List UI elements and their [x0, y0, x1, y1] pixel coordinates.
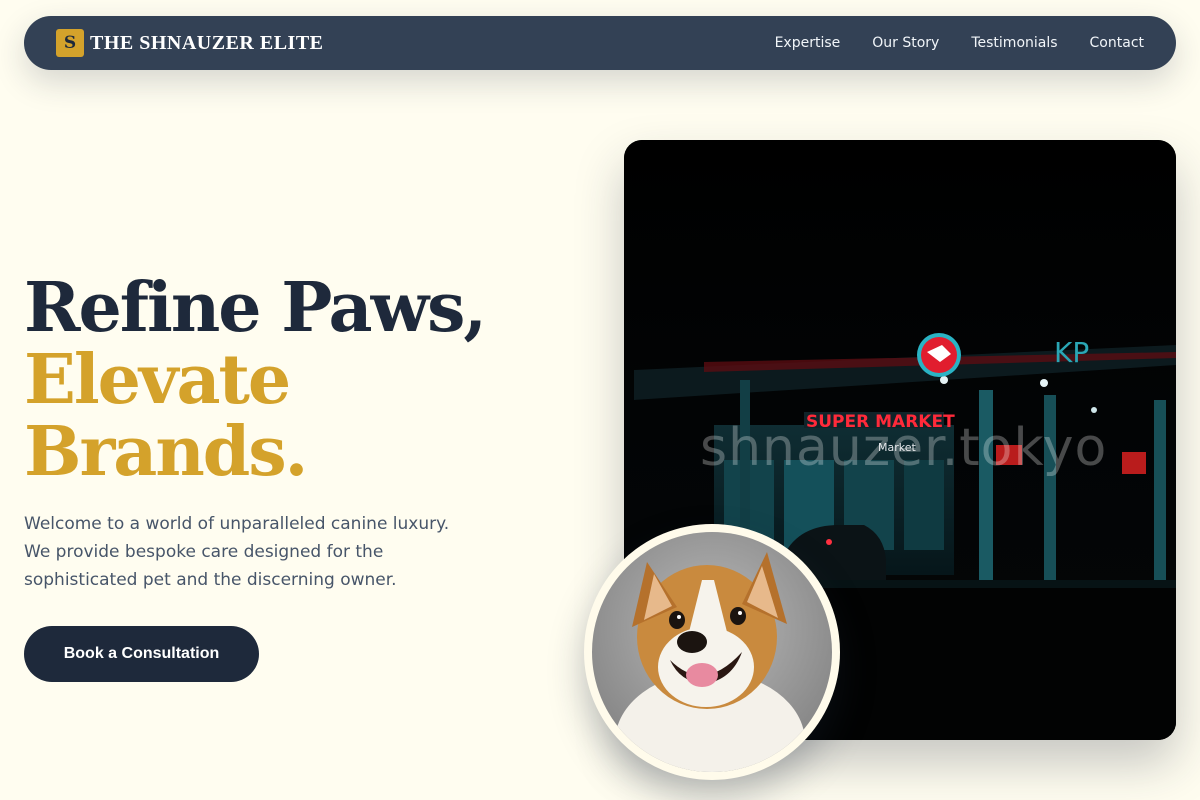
watermark: shnauzer.tokyo — [700, 418, 1108, 478]
nav-link-our-story[interactable]: Our Story — [872, 35, 939, 51]
corgi-portrait — [592, 532, 832, 772]
dog-portrait-frame — [584, 524, 840, 780]
landing-page: S THE SHNAUZER ELITE Expertise Our Story… — [0, 0, 1200, 800]
headline-line-2: Elevate Brands. — [24, 340, 308, 492]
book-consultation-button[interactable]: Book a Consultation — [24, 626, 259, 682]
hero-intro: Welcome to a world of unparalleled canin… — [24, 514, 450, 590]
nav-links: Expertise Our Story Testimonials Contact — [775, 35, 1144, 51]
hero-headline: Refine Paws, Elevate Brands. — [24, 272, 584, 488]
top-navbar: S THE SHNAUZER ELITE Expertise Our Story… — [24, 16, 1176, 70]
hero-text: Refine Paws, Elevate Brands. Welcome to … — [24, 272, 584, 682]
headline-line-1: Refine Paws, — [24, 268, 487, 348]
nav-link-contact[interactable]: Contact — [1090, 35, 1144, 51]
nav-link-testimonials[interactable]: Testimonials — [971, 35, 1057, 51]
brand-mark-icon: S — [56, 29, 84, 57]
brand-logo[interactable]: S THE SHNAUZER ELITE — [56, 29, 324, 57]
brand-name: THE SHNAUZER ELITE — [90, 31, 324, 54]
sign-letters-kp: KP — [1054, 336, 1089, 369]
nav-link-expertise[interactable]: Expertise — [775, 35, 841, 51]
